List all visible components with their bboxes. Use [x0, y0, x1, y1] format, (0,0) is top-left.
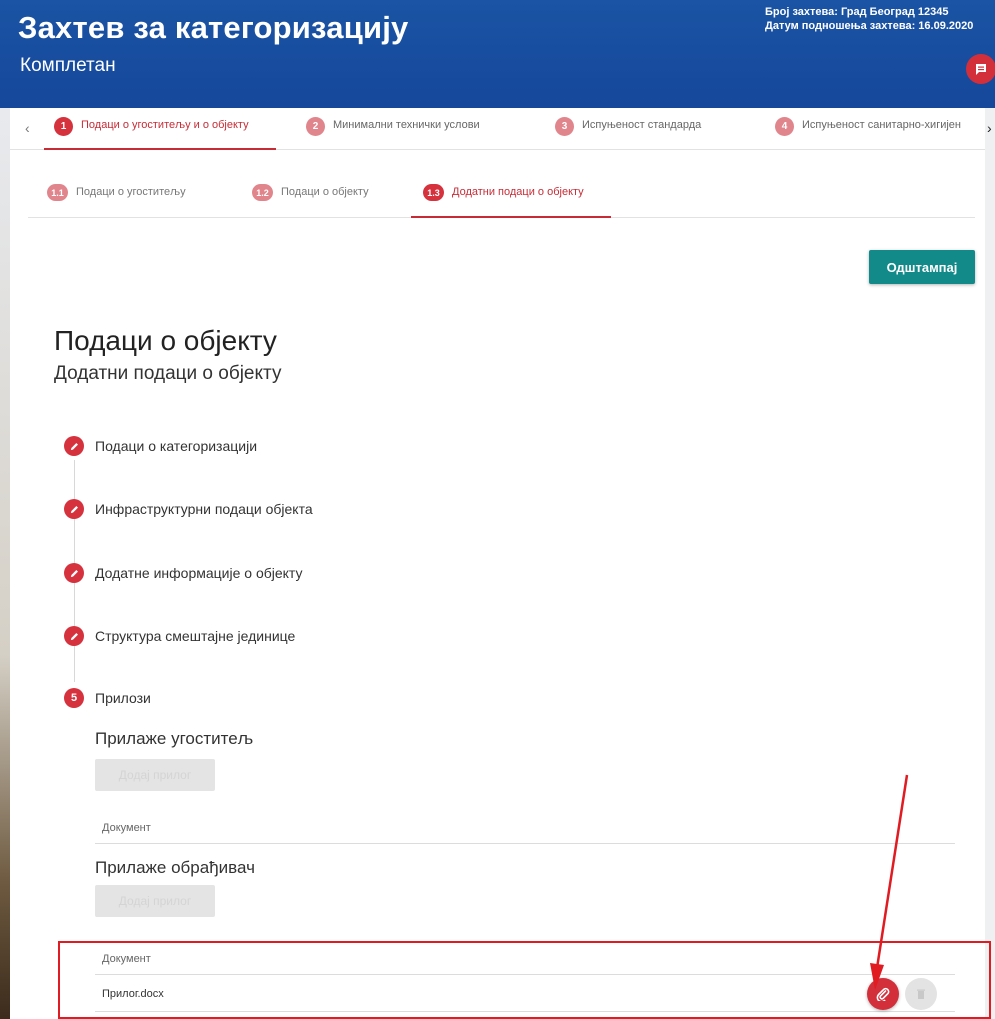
- chevron-left-icon[interactable]: ‹: [25, 120, 30, 136]
- edit-icon: [64, 563, 84, 583]
- stepper-item-additional-info[interactable]: Додатне информације о објекту: [64, 563, 303, 583]
- request-meta: Број захтева: Град Београд 12345 Датум п…: [765, 5, 973, 33]
- edit-icon: [64, 499, 84, 519]
- annotation-highlight-box: [58, 941, 991, 1019]
- caterer-attachments-title: Прилаже угоститељ: [95, 729, 254, 748]
- request-number: Број захтева: Град Београд 12345: [765, 6, 949, 18]
- app-header: Захтев за категоризацију Комплетан Број …: [0, 0, 995, 108]
- edit-icon: [64, 436, 84, 456]
- caterer-add-attachment-button[interactable]: Додај прилог: [95, 759, 215, 791]
- tab-step-3[interactable]: 3 Испуњеност стандарда: [555, 116, 701, 150]
- tab-step-4[interactable]: 4 Испуњеност санитарно-хигијен: [775, 116, 973, 150]
- tab-step-1[interactable]: 1 Подаци о угоститељу и о објекту: [44, 116, 276, 150]
- subtab-1-2[interactable]: 1.2 Подаци о објекту: [252, 184, 369, 218]
- tab-step-label: Подаци о угоститељу и о објекту: [81, 119, 249, 131]
- tab-step-label: Испуњеност санитарно-хигијен: [802, 119, 961, 131]
- step-number-badge: 5: [64, 688, 84, 708]
- background-edge-left: [0, 108, 10, 1019]
- step-tabs: ‹ 1 Подаци о угоститељу и о објекту 2 Ми…: [10, 108, 992, 150]
- subtab-1-3[interactable]: 1.3 Додатни подаци о објекту: [411, 184, 611, 218]
- stepper-item-unit-structure[interactable]: Структура смештајне јединице: [64, 626, 295, 646]
- submission-date: Датум подношења захтева: 16.09.2020: [765, 20, 974, 32]
- page-title: Подаци о објекту: [54, 325, 277, 356]
- stepper-item-attachments[interactable]: 5 Прилози: [64, 688, 151, 708]
- chat-button[interactable]: [966, 54, 995, 84]
- stepper-item-infrastructure[interactable]: Инфраструктурни подаци објекта: [64, 499, 313, 519]
- edit-icon: [64, 626, 84, 646]
- page-subtitle: Додатни подаци о објекту: [54, 363, 282, 384]
- chat-icon: [976, 64, 986, 75]
- tab-step-label: Минимални технички услови: [333, 119, 480, 131]
- content-card: ‹ 1 Подаци о угоститељу и о објекту 2 Ми…: [10, 108, 992, 1019]
- stepper-item-categorization[interactable]: Подаци о категоризацији: [64, 436, 257, 456]
- tab-step-label: Испуњеност стандарда: [582, 119, 702, 131]
- subtab-1-1[interactable]: 1.1 Подаци о угоститељу: [47, 184, 186, 218]
- processor-attachments-title: Прилаже обрађивач: [95, 858, 255, 877]
- print-button[interactable]: Одштампај: [869, 250, 975, 284]
- background-edge-right: [985, 108, 995, 1019]
- sub-tabs: 1.1 Подаци о угоститељу 1.2 Подаци о обј…: [28, 173, 975, 218]
- page-header-title: Захтев за категоризацију: [18, 10, 409, 45]
- processor-add-attachment-button[interactable]: Додај прилог: [95, 885, 215, 917]
- caterer-document-column-header: Документ: [95, 822, 955, 844]
- tab-step-2[interactable]: 2 Минимални технички услови: [306, 116, 480, 150]
- chevron-right-icon[interactable]: ›: [987, 120, 992, 136]
- request-status: Комплетан: [20, 55, 116, 76]
